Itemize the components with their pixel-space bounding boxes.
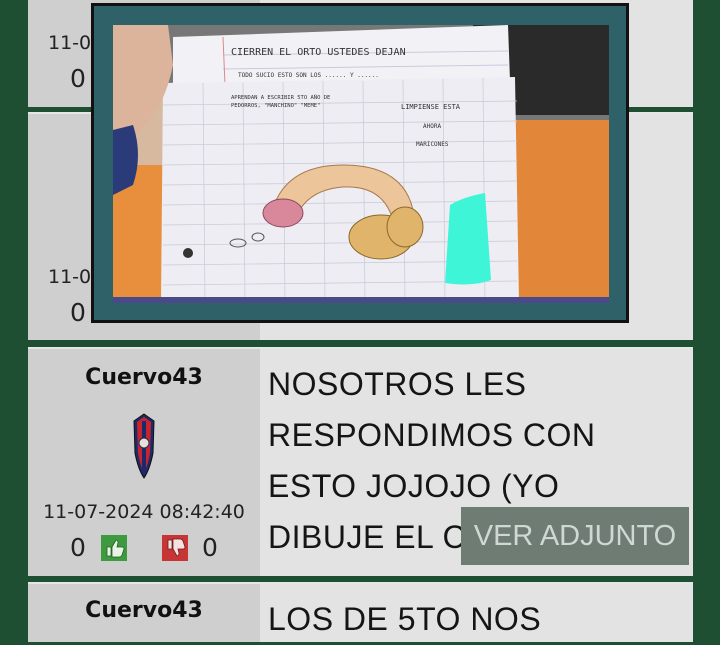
post-3: Cuervo43 11-07-2024 08:42:40 0 0 NOSOTRO… (28, 347, 693, 576)
note-line-4: PEDORROS, "MANCHINO" "MEME" (231, 103, 320, 109)
post-1-likes: 0 (70, 64, 86, 93)
post-3-username[interactable]: Cuervo43 (28, 365, 260, 390)
attachment-modal[interactable]: CIERREN EL ORTO USTEDES DEJAN TODO SUCIO… (91, 3, 629, 323)
note-right-2: AHORA (423, 123, 441, 130)
team-badge-icon (132, 413, 156, 479)
note-right-1: LIMPIENSE ESTA (401, 103, 461, 111)
post-3-meta: Cuervo43 11-07-2024 08:42:40 0 0 (28, 349, 260, 576)
thumbs-up-icon[interactable] (101, 535, 127, 561)
note-right-3: MARICONES (416, 141, 449, 148)
view-attachment-button[interactable]: VER ADJUNTO (461, 507, 689, 565)
attachment-image: CIERREN EL ORTO USTEDES DEJAN TODO SUCIO… (113, 25, 609, 303)
post-3-body: NOSOTROS LES RESPONDIMOS CON ESTO JOJOJO… (260, 349, 693, 576)
post-4-body: LOS DE 5TO NOS (260, 584, 693, 642)
note-line-1: CIERREN EL ORTO USTEDES DEJAN (231, 47, 406, 58)
post-3-date: 11-07-2024 08:42:40 (43, 501, 245, 523)
thumbs-down-icon[interactable] (162, 535, 188, 561)
post-3-likes: 0 (70, 533, 86, 562)
post-4-username[interactable]: Cuervo43 (28, 598, 260, 623)
post-3-dislikes: 0 (202, 533, 218, 562)
note-line-2: TODO SUCIO ESTO SON LOS ...... Y ...... (238, 72, 379, 79)
post-3-votes: 0 0 (28, 533, 260, 567)
post-2-likes: 0 (70, 298, 86, 327)
post-4-text: LOS DE 5TO NOS (268, 601, 542, 637)
post-4-meta: Cuervo43 (28, 584, 260, 642)
post-4: Cuervo43 LOS DE 5TO NOS (28, 582, 693, 642)
note-line-3: APRENDAN A ESCRIBIR 5TO AÑO DE (231, 94, 330, 101)
